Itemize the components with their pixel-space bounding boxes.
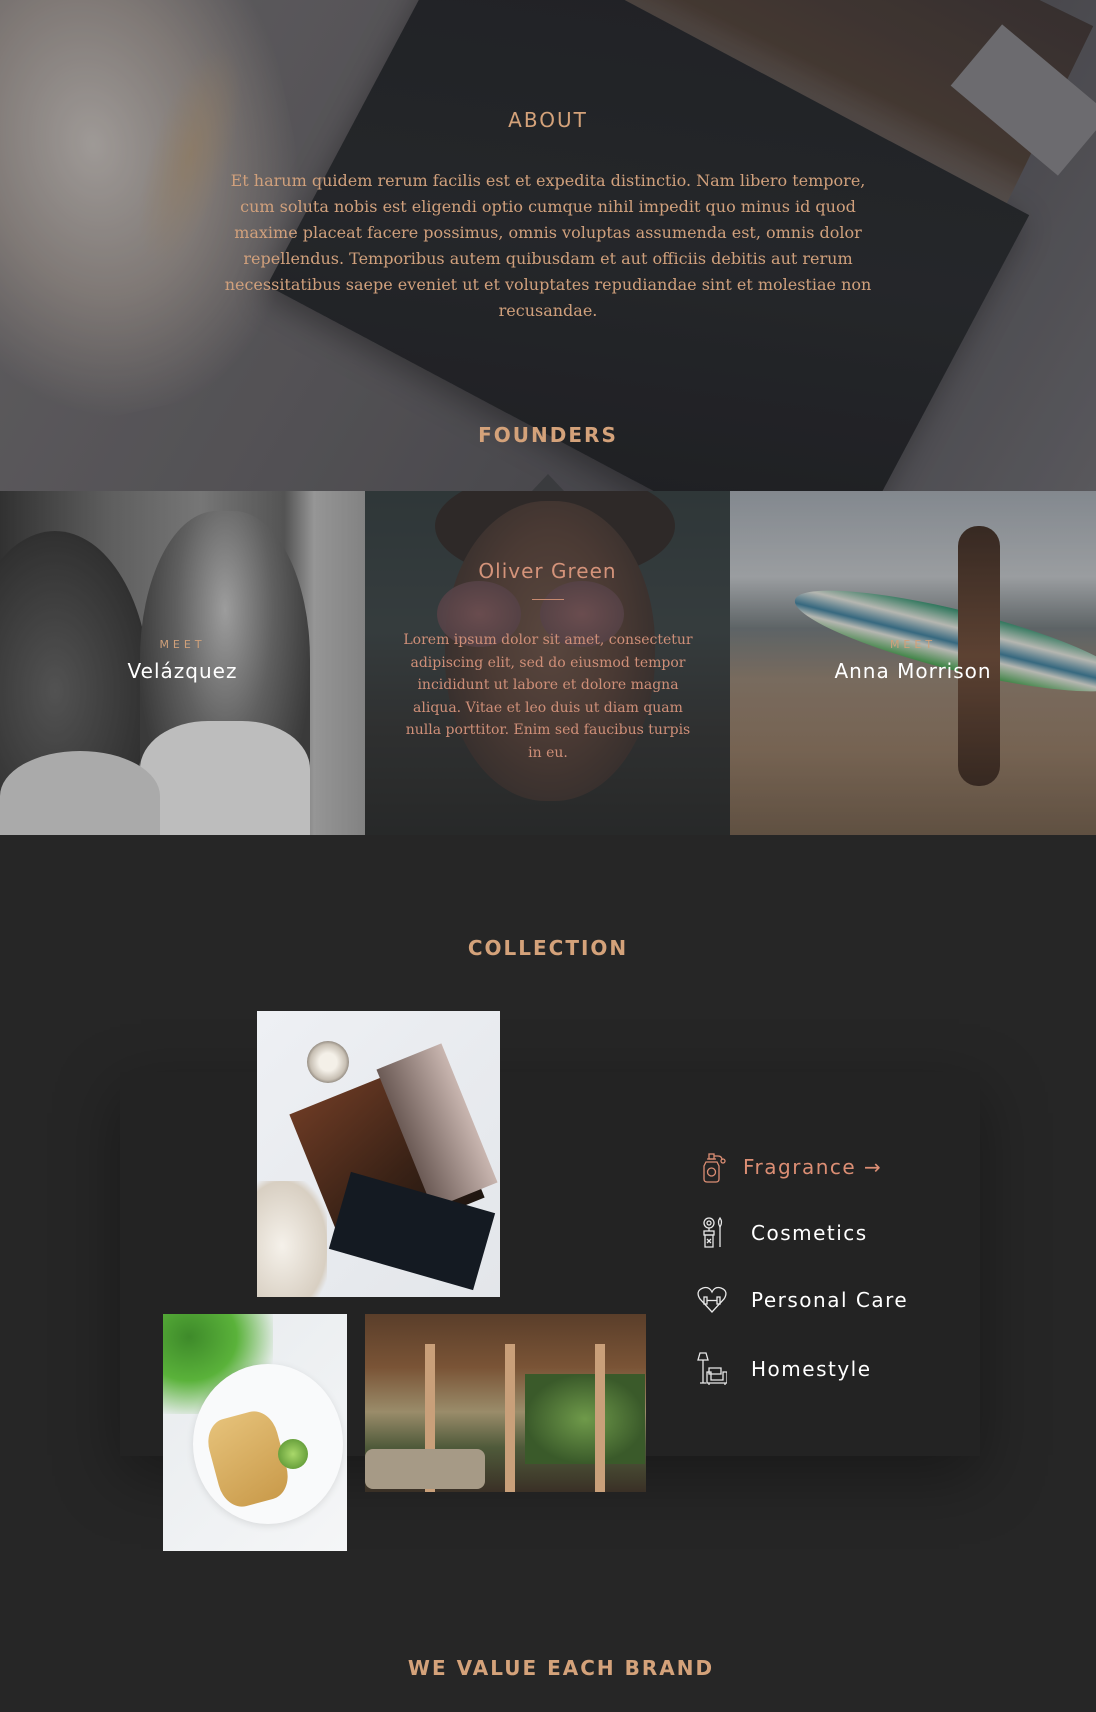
porch-post bbox=[595, 1344, 605, 1492]
about-title: ABOUT bbox=[508, 108, 588, 132]
founders-pointer-arrow bbox=[532, 474, 564, 491]
about-text: Et harum quidem rerum facilis est et exp… bbox=[224, 171, 872, 320]
collection-photo-plate bbox=[163, 1314, 347, 1551]
meet-label: MEET bbox=[159, 638, 206, 651]
perfume-bottle-icon bbox=[697, 1150, 727, 1184]
category-cosmetics[interactable]: Cosmetics bbox=[697, 1216, 868, 1250]
porch-post bbox=[505, 1344, 515, 1492]
category-fragrance[interactable]: Fragrance → bbox=[697, 1150, 882, 1184]
name-divider bbox=[532, 599, 564, 600]
candle-shape bbox=[307, 1041, 349, 1083]
category-label: Cosmetics bbox=[751, 1221, 868, 1245]
sofa-shape bbox=[365, 1449, 485, 1489]
collection-title: COLLECTION bbox=[467, 936, 629, 960]
collection-photo-porch bbox=[365, 1314, 646, 1492]
category-label: Fragrance → bbox=[743, 1155, 883, 1179]
founders-title: FOUNDERS bbox=[478, 423, 618, 447]
heart-dumbbell-icon bbox=[697, 1283, 727, 1317]
collection-photo-magazine bbox=[257, 1011, 500, 1297]
lamp-armchair-icon bbox=[697, 1352, 728, 1386]
founder-name: Anna Morrison bbox=[834, 659, 992, 683]
category-label: Personal Care bbox=[751, 1288, 909, 1312]
category-personal-care[interactable]: Personal Care bbox=[697, 1283, 908, 1317]
fur-shape bbox=[257, 1181, 327, 1297]
founder-name: Oliver Green bbox=[478, 559, 617, 583]
founder-card-velazquez[interactable]: MEET Velázquez bbox=[0, 491, 365, 835]
founder-name: Velázquez bbox=[127, 659, 238, 683]
category-label: Homestyle bbox=[751, 1357, 872, 1381]
founder-bio: Lorem ipsum dolor sit amet, consectetur … bbox=[403, 632, 693, 761]
brand-section-title: WE VALUE EACH BRAND bbox=[407, 1656, 715, 1680]
makeup-brushes-icon bbox=[697, 1216, 727, 1250]
garden-shape bbox=[525, 1374, 645, 1464]
founder-card-oliver-green[interactable]: Oliver Green Lorem ipsum dolor sit amet,… bbox=[365, 491, 730, 835]
founder-card-anna-morrison[interactable]: MEET Anna Morrison bbox=[730, 491, 1096, 835]
meet-label: MEET bbox=[889, 638, 937, 651]
category-homestyle[interactable]: Homestyle bbox=[697, 1352, 872, 1386]
cucumber-shape bbox=[278, 1439, 308, 1469]
about-section: ABOUT Et harum quidem rerum facilis est … bbox=[0, 0, 1096, 491]
